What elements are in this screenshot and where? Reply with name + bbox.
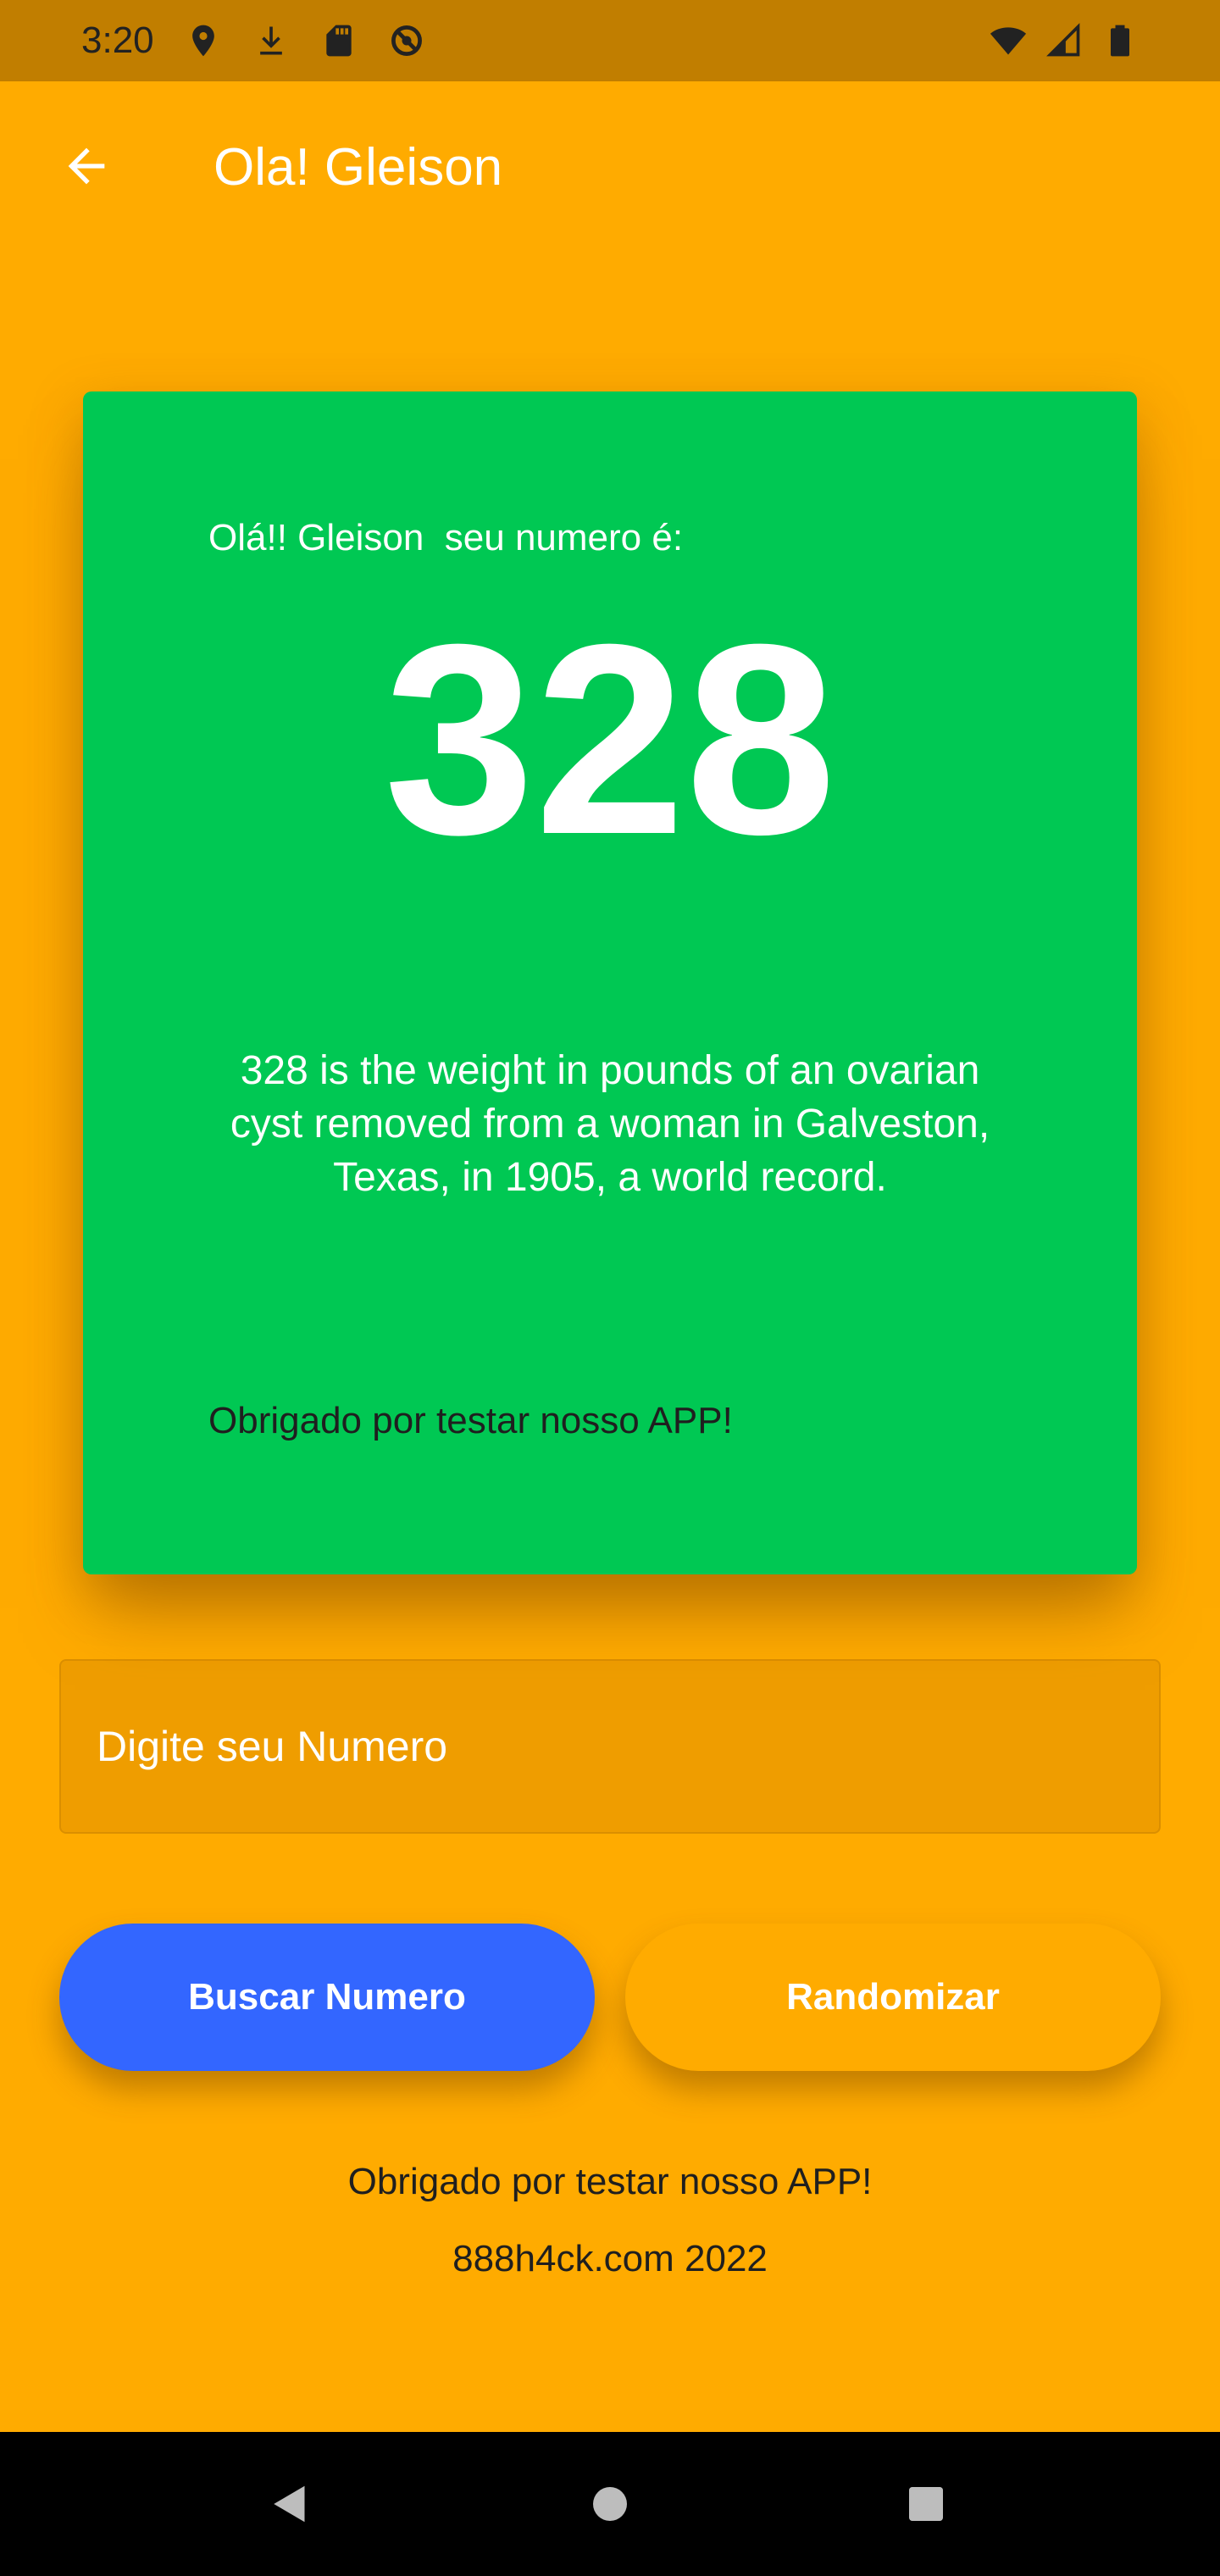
navigation-bar [0,2432,1220,2576]
card-thanks: Obrigado por testar nosso APP! [208,1400,733,1441]
nav-home-icon [593,2487,627,2521]
number-input-container [59,1659,1161,1834]
randomize-button[interactable]: Randomizar [625,1924,1161,2071]
search-number-button[interactable]: Buscar Numero [59,1924,595,2071]
footer-site: 888h4ck.com 2022 [452,2238,768,2279]
number-card: Olá!! Gleison seu numero é: 328 328 is t… [83,391,1137,1574]
status-time: 3:20 [81,19,154,61]
sd-card-icon [320,20,358,61]
sync-disabled-icon [388,20,425,61]
cell-signal-icon [1045,20,1083,61]
nav-home-button[interactable] [572,2466,648,2542]
nav-back-button[interactable] [252,2466,328,2542]
download-icon [252,20,290,61]
card-fact: 328 is the weight in pounds of an ovaria… [230,1048,990,1200]
arrow-back-icon [68,147,105,185]
app-bar: Ola! Gleison [0,81,1220,251]
battery-icon [1101,20,1139,61]
card-number: 328 [384,587,836,891]
status-bar: 3:20 [0,0,1220,81]
nav-recents-button[interactable] [888,2466,964,2542]
page-title: Ola! Gleison [214,138,503,197]
nav-recents-icon [909,2487,943,2521]
nav-back-icon [274,2485,305,2523]
back-button[interactable] [51,130,122,202]
status-right [990,20,1139,61]
card-greeting: Olá!! Gleison seu numero é: [208,517,684,558]
wifi-icon [990,20,1027,61]
number-input[interactable] [97,1722,1159,1771]
status-left: 3:20 [81,19,425,62]
location-icon [185,20,222,61]
footer-thanks: Obrigado por testar nosso APP! [347,2161,873,2202]
